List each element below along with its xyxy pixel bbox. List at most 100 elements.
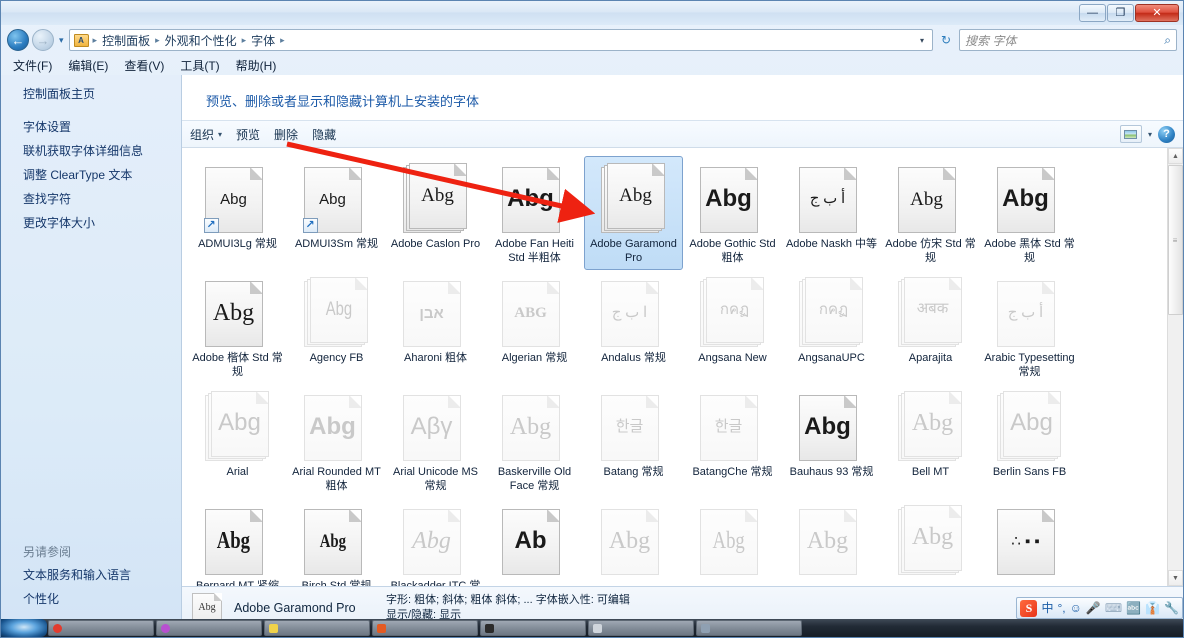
start-button[interactable] bbox=[1, 619, 47, 637]
font-sample-text: Abg bbox=[911, 524, 954, 550]
ime-chinese-mode-icon[interactable]: 中 bbox=[1041, 602, 1053, 614]
chevron-down-icon: ▾ bbox=[218, 129, 223, 139]
sidebar-item-adjust-cleartype[interactable]: 调整 ClearType 文本 bbox=[23, 168, 181, 183]
search-input[interactable]: 搜索 字体 ⌕ bbox=[959, 29, 1177, 51]
font-tile[interactable]: Abg Bauhaus 93 常规 bbox=[782, 384, 881, 498]
taskbar-item[interactable] bbox=[372, 620, 478, 636]
preview-button[interactable]: 预览 bbox=[236, 126, 260, 143]
font-tile[interactable]: Abg Adobe 仿宋 Std 常规 bbox=[881, 156, 980, 270]
menu-file[interactable]: 文件(F) bbox=[13, 57, 52, 74]
back-arrow-icon[interactable]: ← bbox=[7, 29, 29, 51]
delete-button[interactable]: 删除 bbox=[274, 126, 298, 143]
sidebar-item-change-font-size[interactable]: 更改字体大小 bbox=[23, 216, 181, 231]
font-tile[interactable]: Abg Arial Rounded MT 粗体 bbox=[287, 384, 386, 498]
font-sample-text: ABG bbox=[514, 304, 547, 321]
ime-emoji-icon[interactable]: ☺ bbox=[1070, 602, 1082, 614]
history-dropdown-caret-icon[interactable]: ▾ bbox=[57, 35, 66, 46]
scroll-up-button[interactable]: ▲ bbox=[1168, 148, 1183, 164]
chevron-down-icon[interactable]: ▾ bbox=[1148, 130, 1152, 139]
font-tile[interactable]: Ab bbox=[485, 498, 584, 586]
ime-keyboard-icon[interactable]: ⌨ bbox=[1105, 602, 1122, 614]
menu-tools[interactable]: 工具(T) bbox=[180, 57, 219, 74]
font-page-icon: أ ب ج bbox=[798, 167, 857, 233]
ime-punctuation-icon[interactable]: °, bbox=[1057, 602, 1065, 614]
font-tile[interactable]: 한글 Batang 常规 bbox=[584, 384, 683, 498]
font-page-icon: Abg bbox=[204, 509, 263, 575]
font-tile[interactable]: Abg Agency FB bbox=[287, 270, 386, 384]
font-tile[interactable]: ا ب ج Andalus 常规 bbox=[584, 270, 683, 384]
ime-settings-icon[interactable]: 🔧 bbox=[1164, 602, 1179, 614]
font-tile[interactable]: Abg Blackadder ITC 常规 bbox=[386, 498, 485, 586]
breadcrumb[interactable]: A ▸ 控制面板 ▸ 外观和个性化 ▸ 字体 ▸ ▾ bbox=[68, 29, 933, 51]
font-tile[interactable]: אבן Aharoni 粗体 bbox=[386, 270, 485, 384]
ime-handwriting-icon[interactable]: 🔤 bbox=[1126, 602, 1141, 614]
breadcrumb-item-fonts[interactable]: 字体 bbox=[248, 31, 278, 50]
sidebar-item-text-services[interactable]: 文本服务和输入语言 bbox=[23, 568, 131, 583]
forward-arrow-icon[interactable]: → bbox=[32, 29, 54, 51]
ime-voice-icon[interactable]: 🎤 bbox=[1086, 602, 1101, 614]
taskbar-item[interactable] bbox=[480, 620, 586, 636]
font-tile[interactable]: Abg ↗ ADMUI3Sm 常规 bbox=[287, 156, 386, 270]
font-tile[interactable]: أ ب ج Arabic Typesetting 常规 bbox=[980, 270, 1079, 384]
font-tile[interactable]: Abg Baskerville Old Face 常规 bbox=[485, 384, 584, 498]
font-tile[interactable]: أ ب ج Adobe Naskh 中等 bbox=[782, 156, 881, 270]
font-tile[interactable]: Abg Adobe Fan Heiti Std 半粗体 bbox=[485, 156, 584, 270]
close-button[interactable]: ✕ bbox=[1135, 4, 1179, 22]
maximize-button[interactable]: ❐ bbox=[1107, 4, 1134, 22]
font-tile[interactable]: अबक Aparajita bbox=[881, 270, 980, 384]
font-tile[interactable]: Abg bbox=[584, 498, 683, 586]
font-thumbnail: Abg bbox=[303, 391, 370, 461]
scrollbar-thumb[interactable]: ≡ bbox=[1168, 165, 1183, 315]
menu-bar: 文件(F) 编辑(E) 查看(V) 工具(T) 帮助(H) bbox=[1, 55, 1183, 75]
menu-edit[interactable]: 编辑(E) bbox=[68, 57, 108, 74]
sidebar-item-font-settings[interactable]: 字体设置 bbox=[23, 120, 181, 135]
font-tile[interactable]: Abg Bell MT bbox=[881, 384, 980, 498]
font-tile[interactable]: Abg Adobe 楷体 Std 常规 bbox=[188, 270, 287, 384]
font-tile[interactable]: Abg Adobe Caslon Pro bbox=[386, 156, 485, 270]
font-page-icon: Abg bbox=[798, 509, 857, 575]
sogou-logo-icon[interactable]: S bbox=[1020, 599, 1038, 617]
font-tile[interactable]: Abg Adobe 黑体 Std 常规 bbox=[980, 156, 1079, 270]
font-tile[interactable]: Abg ↗ ADMUI3Lg 常规 bbox=[188, 156, 287, 270]
font-tile[interactable]: Abg bbox=[782, 498, 881, 586]
font-tile[interactable]: Abg bbox=[881, 498, 980, 586]
breadcrumb-item-control-panel[interactable]: 控制面板 bbox=[99, 31, 153, 50]
hide-button[interactable]: 隐藏 bbox=[312, 126, 336, 143]
sidebar-item-find-character[interactable]: 查找字符 bbox=[23, 192, 181, 207]
sidebar-item-get-font-details-online[interactable]: 联机获取字体详细信息 bbox=[23, 144, 181, 159]
font-tile[interactable]: กคฏ AngsanaUPC bbox=[782, 270, 881, 384]
font-thumbnail: Abg bbox=[897, 163, 964, 233]
refresh-icon[interactable]: ↻ bbox=[936, 30, 956, 51]
font-tile[interactable]: Abg Bernard MT 紧缩 bbox=[188, 498, 287, 586]
sidebar-item-personalization[interactable]: 个性化 bbox=[23, 592, 131, 607]
scroll-down-button[interactable]: ▼ bbox=[1168, 570, 1183, 586]
taskbar-item[interactable] bbox=[696, 620, 802, 636]
minimize-button[interactable]: — bbox=[1079, 4, 1106, 22]
font-tile[interactable]: Abg Adobe Garamond Pro bbox=[584, 156, 683, 270]
address-dropdown-caret-icon[interactable]: ▾ bbox=[916, 36, 928, 45]
menu-view[interactable]: 查看(V) bbox=[124, 57, 164, 74]
organize-button[interactable]: 组织 ▾ bbox=[190, 126, 222, 143]
taskbar-item[interactable] bbox=[48, 620, 154, 636]
font-tile[interactable]: Abg Adobe Gothic Std 粗体 bbox=[683, 156, 782, 270]
font-tile[interactable]: 한글 BatangChe 常规 bbox=[683, 384, 782, 498]
font-tile[interactable]: Abg Birch Std 常规 bbox=[287, 498, 386, 586]
help-icon[interactable]: ? bbox=[1158, 125, 1175, 143]
taskbar-item[interactable] bbox=[156, 620, 262, 636]
font-tile[interactable]: กคฏ Angsana New bbox=[683, 270, 782, 384]
ime-skin-icon[interactable]: 👔 bbox=[1145, 602, 1160, 614]
font-tile-label: Arial bbox=[226, 466, 249, 478]
vertical-scrollbar[interactable]: ▲ ≡ ▼ bbox=[1167, 148, 1183, 586]
taskbar-item[interactable] bbox=[264, 620, 370, 636]
breadcrumb-item-appearance[interactable]: 外观和个性化 bbox=[162, 31, 240, 50]
font-tile[interactable]: Abg Arial bbox=[188, 384, 287, 498]
sidebar-item-control-panel-home[interactable]: 控制面板主页 bbox=[23, 87, 181, 102]
taskbar-item[interactable] bbox=[588, 620, 694, 636]
font-tile[interactable]: Abg bbox=[683, 498, 782, 586]
font-tile[interactable]: ∴ ▪ ▪ bbox=[980, 498, 1079, 586]
font-tile[interactable]: Aβγ Arial Unicode MS 常规 bbox=[386, 384, 485, 498]
font-tile[interactable]: ABG Algerian 常规 bbox=[485, 270, 584, 384]
menu-help[interactable]: 帮助(H) bbox=[236, 57, 277, 74]
font-tile[interactable]: Abg Berlin Sans FB bbox=[980, 384, 1079, 498]
view-layout-icon[interactable] bbox=[1119, 125, 1142, 143]
